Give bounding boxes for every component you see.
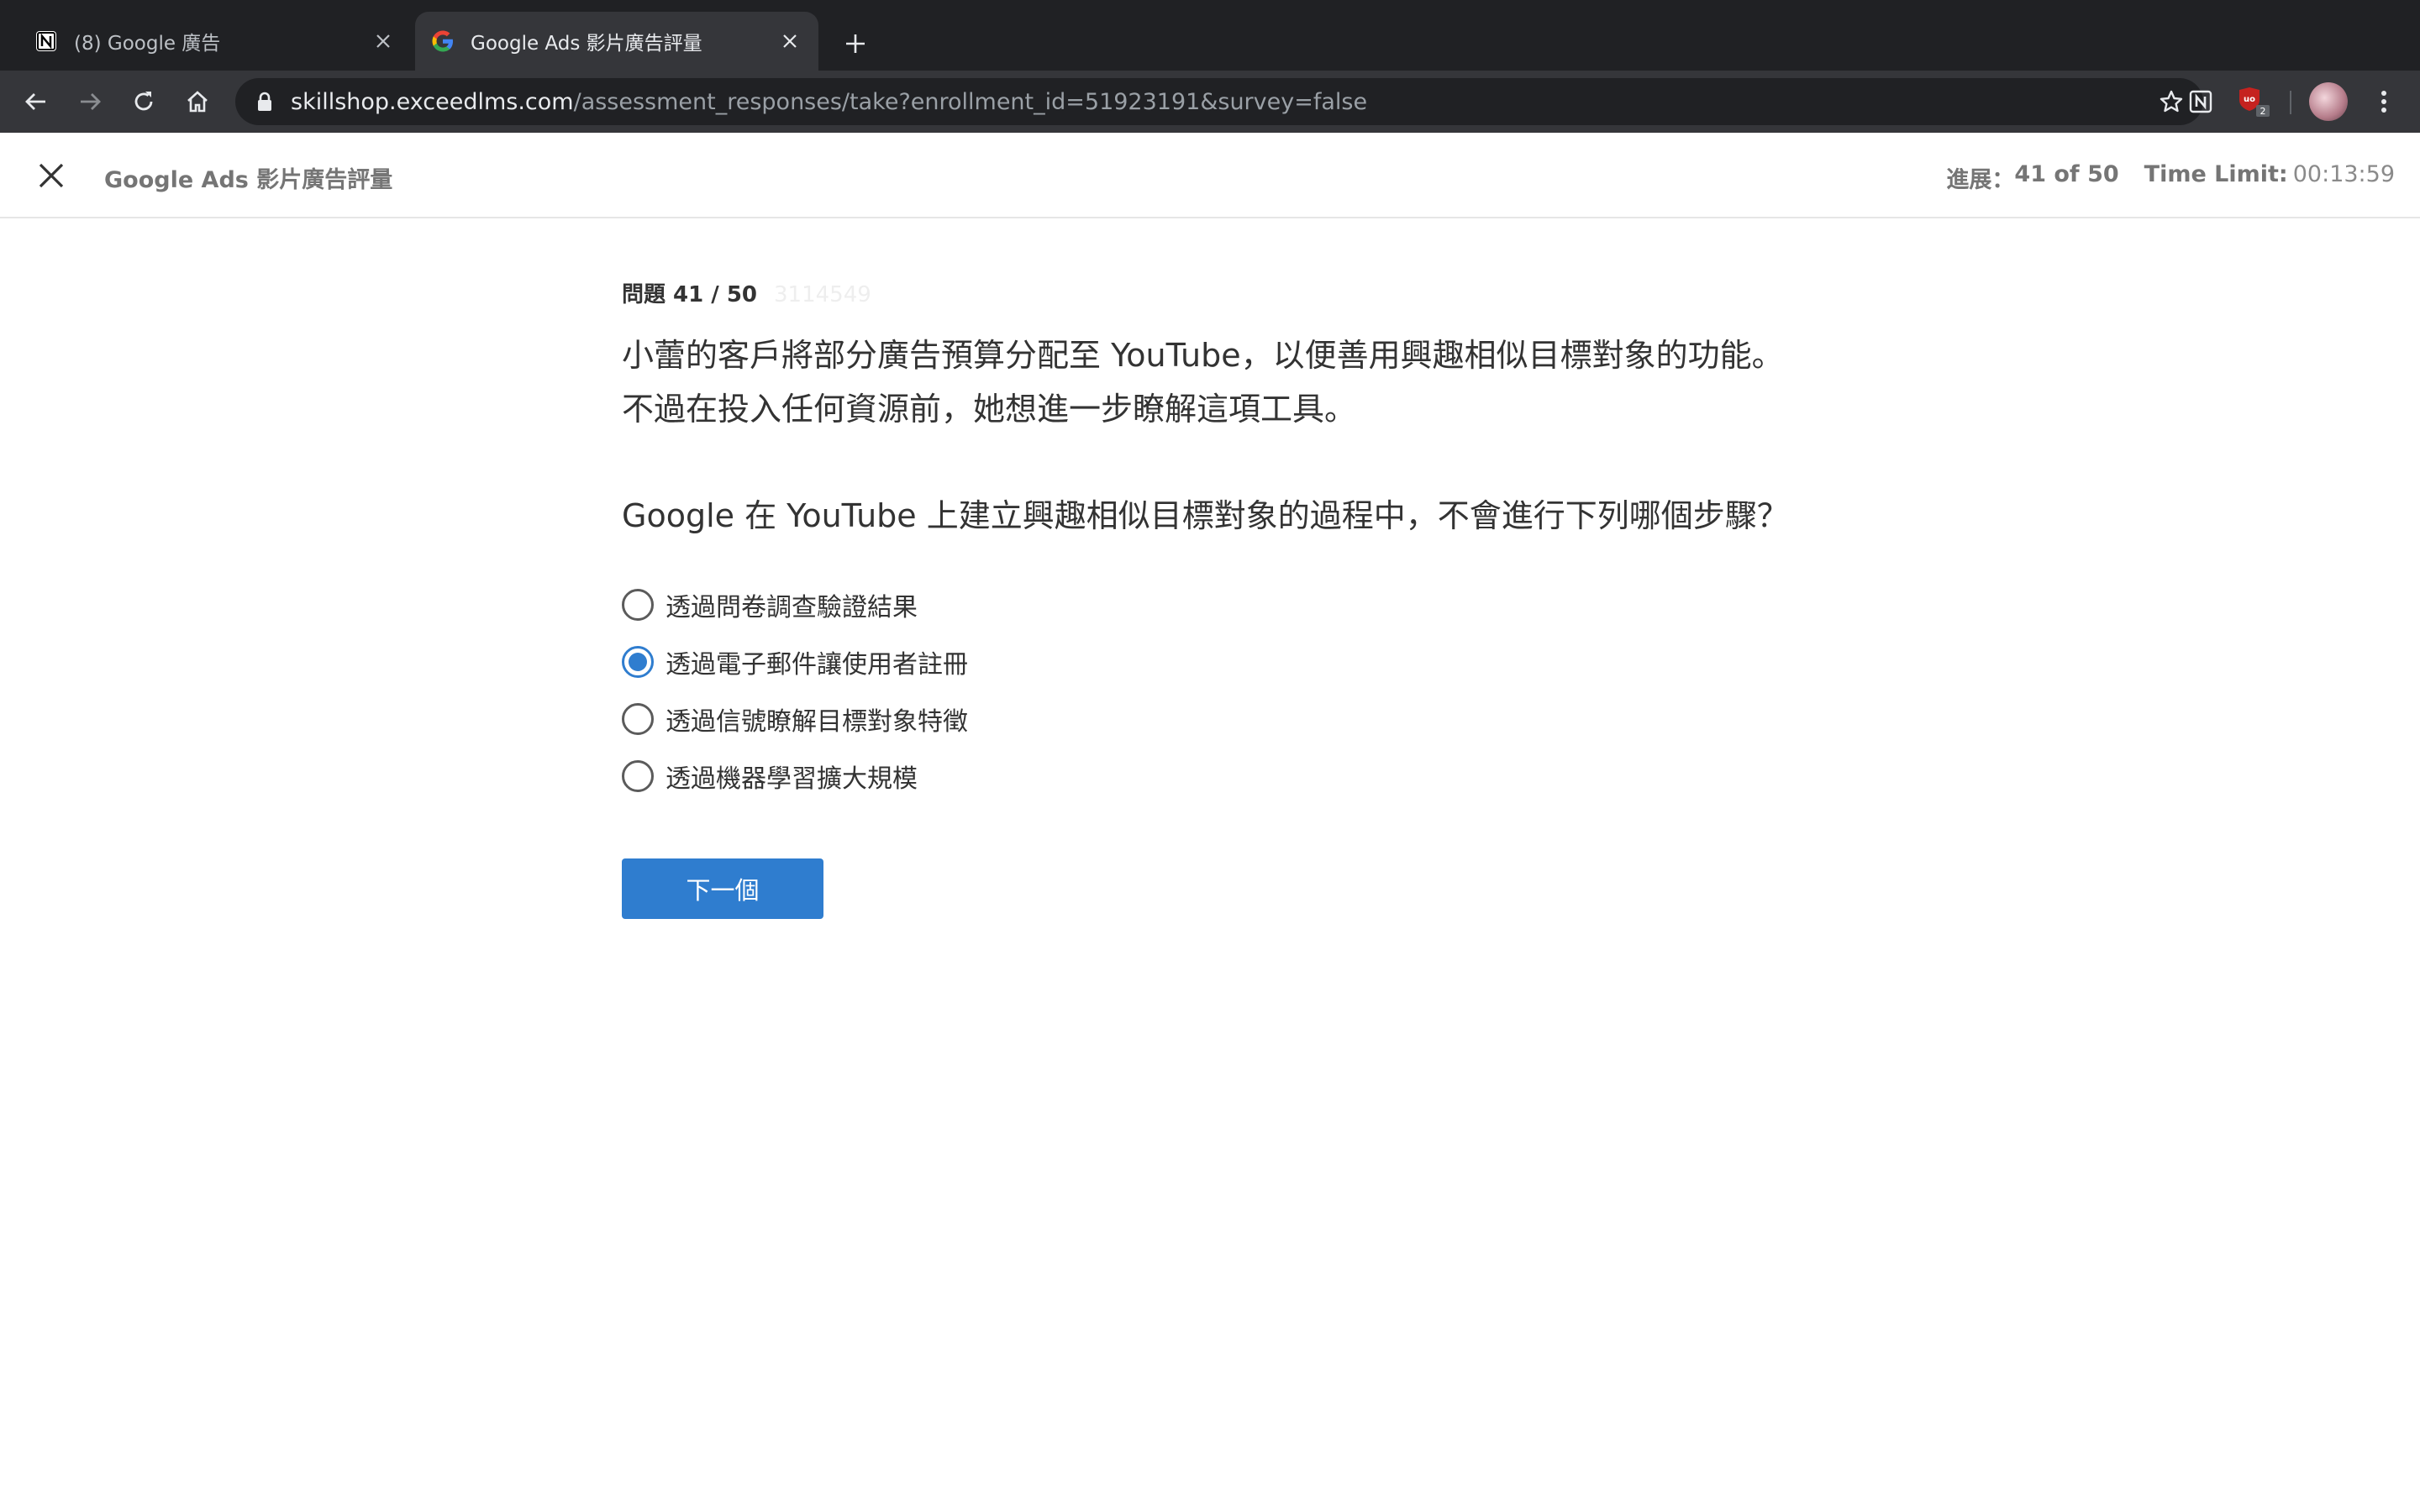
close-assessment-button[interactable] — [32, 156, 71, 195]
toolbar-divider — [2290, 91, 2291, 114]
profile-avatar[interactable] — [2309, 82, 2348, 121]
answer-options: 透過問卷調查驗證結果 透過電子郵件讓使用者註冊 透過信號瞭解目標對象特徵 透過機… — [622, 576, 1798, 805]
lock-icon — [252, 89, 277, 114]
question-prompt: Google 在 YouTube 上建立興趣相似目標對象的過程中，不會進行下列哪… — [622, 497, 1789, 534]
google-icon — [430, 29, 455, 54]
answer-option[interactable]: 透過問卷調查驗證結果 — [622, 576, 1798, 633]
address-bar[interactable]: skillshop.exceedlms.com/assessment_respo… — [235, 78, 2203, 125]
radio-button-selected[interactable] — [622, 646, 654, 678]
progress-label: 進展： — [1946, 167, 2015, 193]
assessment-header: Google Ads 影片廣告評量 進展： 41 of 50 Time Limi… — [0, 133, 2420, 218]
question-number: 問題 41 / 50 3114549 — [622, 282, 871, 307]
arrow-right-icon — [81, 93, 101, 110]
assessment-title: Google Ads 影片廣告評量 — [104, 167, 393, 193]
progress-value: 41 of 50 — [2014, 161, 2119, 187]
notion-icon — [34, 29, 59, 54]
answer-label[interactable]: 透過機器學習擴大規模 — [666, 758, 918, 795]
close-icon — [39, 163, 64, 188]
new-tab-button[interactable] — [837, 25, 874, 62]
reload-icon — [134, 92, 153, 111]
answer-option[interactable]: 透過電子郵件讓使用者註冊 — [622, 633, 1798, 690]
browser-menu-button[interactable] — [2365, 82, 2403, 121]
assessment-status: 進展： 41 of 50 Time Limit: 00:13:59 — [1946, 161, 2395, 194]
next-button[interactable]: 下一個 — [622, 858, 823, 919]
radio-button[interactable] — [622, 703, 654, 735]
answer-label[interactable]: 透過問卷調查驗證結果 — [666, 586, 918, 623]
url-text: skillshop.exceedlms.com/assessment_respo… — [291, 88, 1368, 115]
back-button[interactable] — [17, 82, 55, 121]
browser-tab-google-ads[interactable]: Google Ads 影片廣告評量 — [415, 12, 818, 71]
home-button[interactable] — [178, 82, 217, 121]
radio-button[interactable] — [622, 589, 654, 621]
question-panel: 問題 41 / 50 3114549 小蕾的客戶將部分廣告預算分配至 YouTub… — [622, 277, 1798, 919]
answer-label[interactable]: 透過電子郵件讓使用者註冊 — [666, 643, 968, 680]
tab-title: Google Ads 影片廣告評量 — [471, 33, 702, 55]
ublock-extension-icon[interactable]: uo 2 — [2237, 84, 2272, 119]
arrow-left-icon — [25, 93, 45, 110]
answer-option[interactable]: 透過機器學習擴大規模 — [622, 748, 1798, 805]
question-id: 3114549 — [774, 282, 871, 307]
kebab-menu-icon — [2381, 91, 2386, 113]
radio-button[interactable] — [622, 760, 654, 792]
browser-toolbar: skillshop.exceedlms.com/assessment_respo… — [0, 71, 2420, 133]
question-scenario: 小蕾的客戶將部分廣告預算分配至 YouTube，以便善用興趣相似目標對象的功能。… — [622, 337, 1784, 428]
time-limit-value: 00:13:59 — [2292, 161, 2395, 187]
plus-icon — [846, 34, 865, 53]
close-tab-icon[interactable] — [773, 24, 807, 58]
answer-label[interactable]: 透過信號瞭解目標對象特徵 — [666, 701, 968, 738]
browser-tab-notion[interactable]: (8) Google 廣告 — [20, 12, 412, 71]
answer-option[interactable]: 透過信號瞭解目標對象特徵 — [622, 690, 1798, 748]
reload-button[interactable] — [124, 82, 163, 121]
notion-extension-icon[interactable] — [2183, 84, 2218, 119]
home-icon — [187, 91, 208, 113]
extension-badge: 2 — [2260, 106, 2266, 117]
close-tab-icon[interactable] — [366, 24, 400, 58]
tab-title: (8) Google 廣告 — [74, 33, 221, 55]
browser-tab-strip: (8) Google 廣告 Google Ads 影片廣告評量 — [0, 0, 2420, 71]
svg-text:uo: uo — [2244, 95, 2255, 104]
forward-button[interactable] — [71, 82, 109, 121]
time-limit-label: Time Limit: — [2144, 161, 2288, 187]
